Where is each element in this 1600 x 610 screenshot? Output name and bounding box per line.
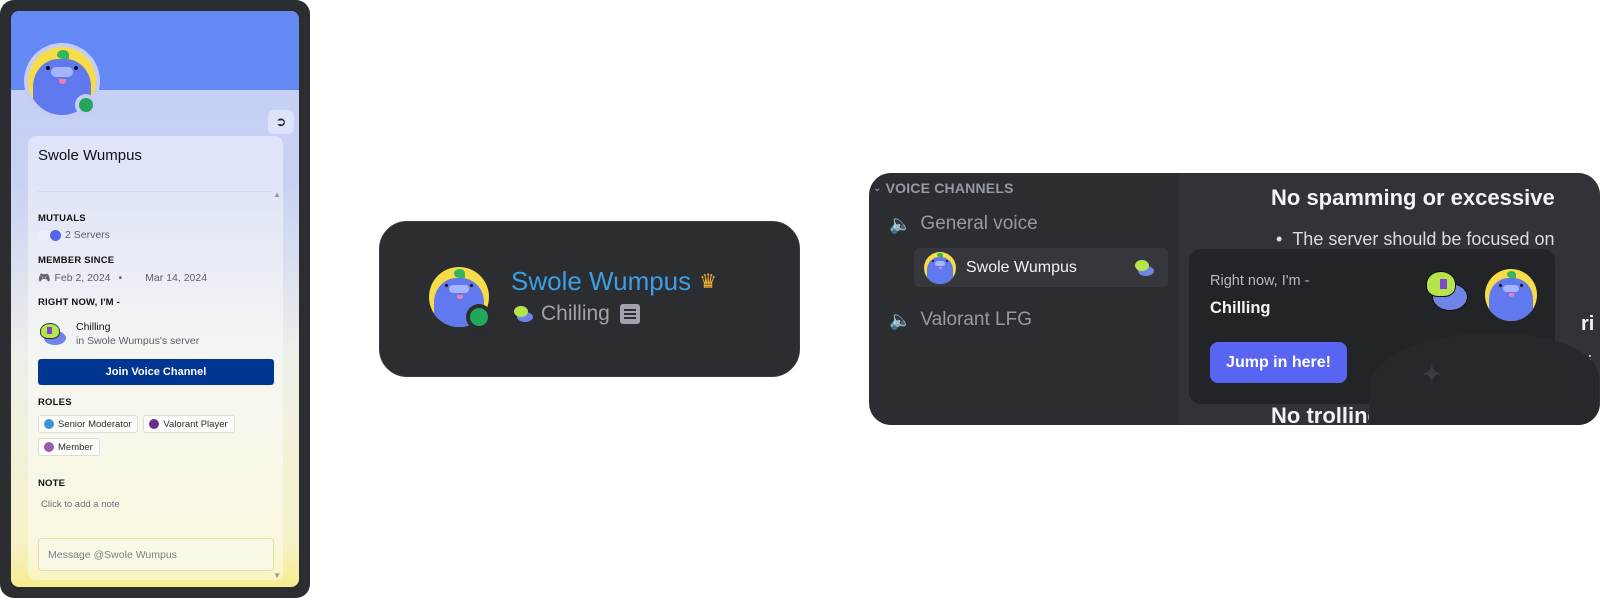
scroll-up-arrow[interactable]: ▲ xyxy=(273,190,281,199)
voice-channel-valorant[interactable]: 🔈 Valorant LFG xyxy=(889,309,1032,331)
discord-join-date: Feb 2, 2024 xyxy=(54,272,111,284)
roles-list: Senior Moderator Valorant Player Member xyxy=(38,415,274,456)
user-profile-card: ➲ Swole Wumpus ▲ MUTUALS 2 Servers MEMBE… xyxy=(11,11,299,587)
jump-in-button[interactable]: Jump in here! xyxy=(1210,342,1347,383)
role-chip[interactable]: Member xyxy=(38,438,100,456)
role-name: Member xyxy=(58,441,93,453)
server-icon xyxy=(130,272,142,284)
join-voice-channel-button[interactable]: Join Voice Channel xyxy=(38,359,274,385)
note-input[interactable]: Click to add a note xyxy=(41,499,120,510)
note-title: NOTE xyxy=(38,478,66,489)
chilling-frog-icon xyxy=(1134,259,1156,277)
chilling-frog-icon xyxy=(1426,267,1470,313)
member-since-dates: 🎮 Feb 2, 2024 • Mar 14, 2024 xyxy=(38,272,207,284)
channel-name: General voice xyxy=(920,213,1038,234)
activity-row: Chilling in Swole Wumpus's server xyxy=(38,321,199,347)
role-name: Valorant Player xyxy=(163,418,228,430)
role-name: Senior Moderator xyxy=(58,418,132,430)
user-avatar xyxy=(1485,269,1537,321)
voice-user-name: Swole Wumpus xyxy=(966,258,1077,276)
category-label: VOICE CHANNELS xyxy=(885,180,1014,196)
role-chip[interactable]: Senior Moderator xyxy=(38,415,139,433)
online-status-indicator xyxy=(75,94,97,116)
divider xyxy=(38,191,273,192)
channel-name: Valorant LFG xyxy=(920,309,1033,330)
rule-heading: No spamming or excessive xyxy=(1271,185,1555,210)
roles-title: ROLES xyxy=(38,397,72,408)
sparkle-icon: ✦ xyxy=(1421,359,1443,389)
server-icon xyxy=(38,229,49,241)
popup-activity: Chilling xyxy=(1210,299,1271,317)
nitro-wheel-icon: ➲ xyxy=(275,114,287,129)
discord-logo-icon: 🎮 xyxy=(38,272,51,284)
member-since-title: MEMBER SINCE xyxy=(38,255,115,266)
rule-bullet: The server should be focused on xyxy=(1276,229,1554,250)
mutual-servers-count: 2 Servers xyxy=(65,229,110,241)
voice-category-header[interactable]: ⌄ VOICE CHANNELS xyxy=(873,180,1014,196)
activity-popup: ✦ Right now, I'm - Chilling Jump in here… xyxy=(1189,249,1599,425)
server-join-date: Mar 14, 2024 xyxy=(145,272,208,284)
server-icon xyxy=(50,229,61,241)
mutual-servers-link[interactable]: 2 Servers xyxy=(38,229,110,241)
online-status-indicator xyxy=(466,304,492,330)
speaker-icon: 🔈 xyxy=(889,309,912,330)
decorative-blob xyxy=(1369,334,1599,425)
voice-user-item[interactable]: Swole Wumpus xyxy=(914,248,1168,287)
profile-body: Swole Wumpus ▲ MUTUALS 2 Servers MEMBER … xyxy=(28,136,283,580)
chilling-frog-icon xyxy=(38,321,68,347)
scroll-down-arrow[interactable]: ▼ xyxy=(273,571,281,580)
voice-channel-general[interactable]: 🔈 General voice xyxy=(889,213,1038,235)
nitro-badge-button[interactable]: ➲ xyxy=(268,110,294,134)
speaker-icon: 🔈 xyxy=(889,213,912,234)
member-name: Swole Wumpus xyxy=(511,266,692,296)
user-avatar xyxy=(924,251,956,284)
mutuals-title: MUTUALS xyxy=(38,213,86,224)
member-name-row: Swole Wumpus ♛ xyxy=(511,266,717,297)
profile-username: Swole Wumpus xyxy=(38,147,142,164)
profile-popout-frame: ➲ Swole Wumpus ▲ MUTUALS 2 Servers MEMBE… xyxy=(0,0,310,598)
document-icon xyxy=(619,304,640,324)
popup-label: Right now, I'm - xyxy=(1210,273,1310,289)
activity-location: in Swole Wumpus's server xyxy=(76,335,200,347)
activity-title: RIGHT NOW, I'M - xyxy=(38,297,120,308)
message-input[interactable] xyxy=(38,538,274,571)
voice-channels-panel: ⌄ VOICE CHANNELS 🔈 General voice Swole W… xyxy=(869,173,1600,425)
member-list-item[interactable]: Swole Wumpus ♛ Chilling xyxy=(379,221,800,377)
wumpus-avatar-image xyxy=(924,251,956,284)
role-chip[interactable]: Valorant Player xyxy=(143,415,235,433)
wumpus-avatar-image xyxy=(1485,269,1537,321)
role-color-dot xyxy=(149,419,160,429)
role-color-dot xyxy=(44,419,54,429)
crown-icon: ♛ xyxy=(699,271,718,293)
chevron-down-icon: ⌄ xyxy=(873,182,882,194)
role-color-dot xyxy=(44,442,54,452)
member-activity: Chilling xyxy=(513,302,640,326)
activity-name: Chilling xyxy=(76,321,111,333)
chilling-frog-icon xyxy=(513,305,535,323)
separator-dot: • xyxy=(118,272,123,284)
text-fragment: ri xyxy=(1581,313,1595,335)
activity-name: Chilling xyxy=(541,302,610,325)
